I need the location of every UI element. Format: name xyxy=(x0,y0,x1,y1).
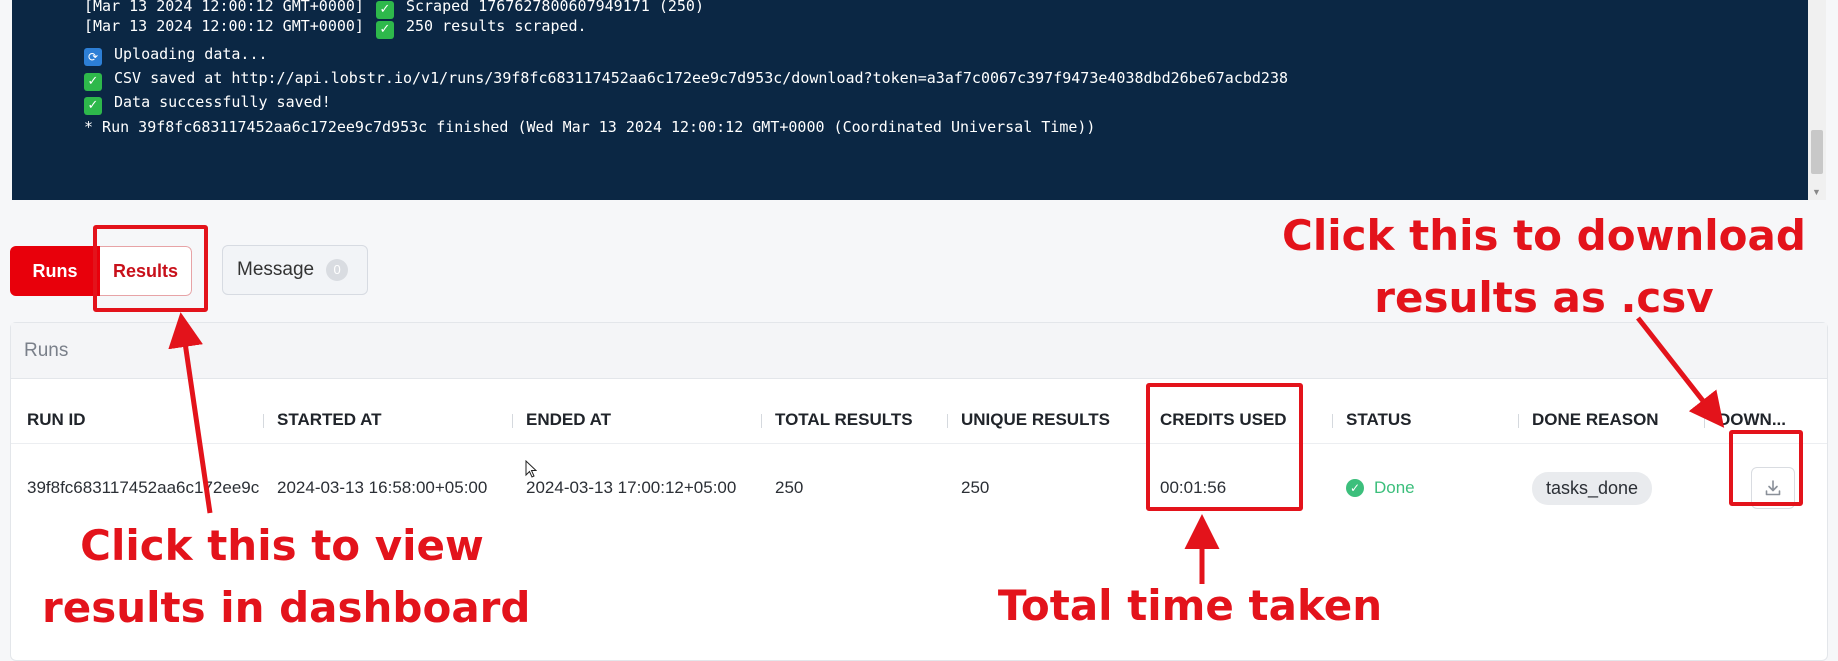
annotation-line: results as .csv xyxy=(1374,273,1714,322)
annotation-line: results in dashboard xyxy=(42,583,531,632)
annotation-download: Click this to download results as .csv xyxy=(1279,205,1809,329)
annotation-line: Click this to download xyxy=(1282,211,1806,260)
arrow-to-results xyxy=(168,312,213,514)
annotation-results: Click this to view results in dashboard xyxy=(42,515,531,639)
annotation-line: Click this to view xyxy=(80,521,484,570)
app-root: [Mar 13 2024 12:00:12 GMT+0000] ✓ Scraped … xyxy=(0,0,1838,661)
annotation-time: Total time taken xyxy=(997,581,1383,630)
arrow-to-download xyxy=(1636,316,1725,428)
